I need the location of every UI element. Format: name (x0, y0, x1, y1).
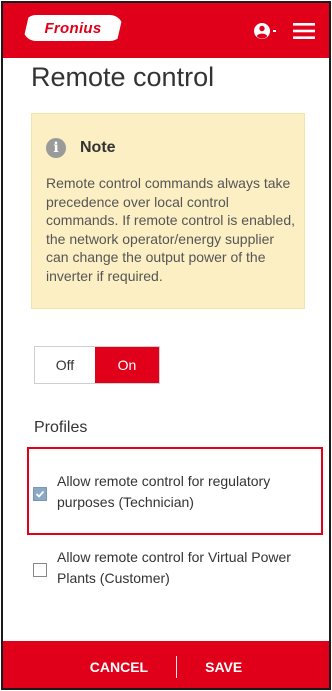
user-menu-button[interactable] (253, 20, 279, 42)
regulatory-checkbox[interactable] (33, 487, 47, 501)
footer-bar: CANCEL SAVE (3, 641, 329, 688)
note-box: i Note Remote control commands always ta… (31, 113, 305, 309)
save-button[interactable]: SAVE (205, 659, 242, 675)
note-title: Note (80, 139, 116, 156)
profile-option-regulatory[interactable]: Allow remote control for regulatory purp… (33, 471, 323, 513)
page-title: Remote control (31, 62, 215, 92)
remote-control-toggle: Off On (34, 346, 160, 384)
toggle-off-button[interactable]: Off (35, 347, 95, 383)
regulatory-label[interactable]: Allow remote control for regulatory purp… (57, 471, 323, 513)
profiles-heading: Profiles (34, 419, 88, 436)
profile-option-vpp[interactable]: Allow remote control for Virtual Power P… (33, 547, 323, 589)
user-circle-icon (254, 23, 276, 39)
app-frame: Fronius Remote control i Note Remote con… (1, 1, 331, 690)
info-icon: i (46, 138, 66, 158)
toggle-on-button[interactable]: On (95, 347, 159, 383)
fronius-logo[interactable]: Fronius (23, 15, 123, 41)
hamburger-menu-button[interactable] (293, 21, 315, 41)
vpp-label[interactable]: Allow remote control for Virtual Power P… (57, 547, 323, 589)
cancel-button[interactable]: CANCEL (90, 659, 148, 675)
note-header: i Note (46, 138, 116, 158)
top-bar: Fronius (3, 3, 329, 58)
footer-divider (176, 655, 178, 678)
vpp-checkbox[interactable] (33, 563, 47, 577)
note-body: Remote control commands always take prec… (46, 175, 296, 284)
hamburger-menu-icon (293, 23, 315, 39)
checkmark-icon (35, 490, 45, 498)
brand-name: Fronius (44, 19, 102, 37)
